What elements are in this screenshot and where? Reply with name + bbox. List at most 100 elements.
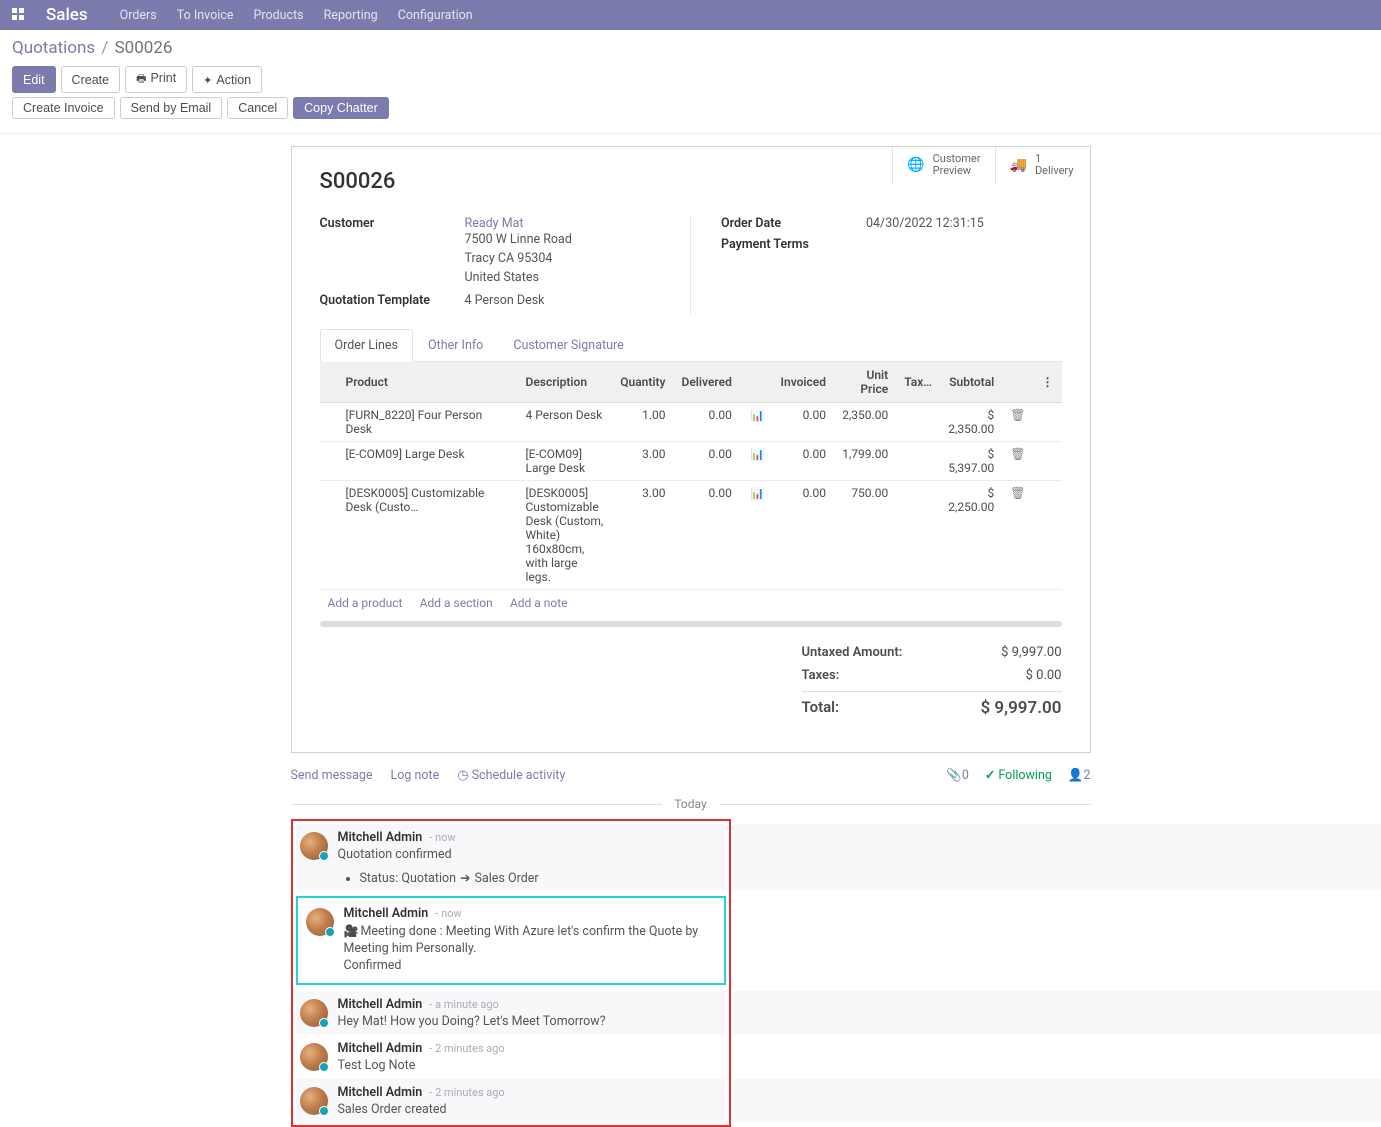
- message-author[interactable]: Mitchell Admin: [338, 1041, 423, 1056]
- customer-link[interactable]: Ready Mat: [465, 216, 524, 231]
- customer-preview-button[interactable]: 🌐 Customer Preview: [893, 147, 994, 183]
- followers-count[interactable]: 👤2: [1068, 768, 1091, 783]
- taxes-value: $ 0.00: [1026, 668, 1062, 683]
- check-icon: [985, 768, 998, 783]
- cell-quantity: 3.00: [612, 442, 673, 481]
- add-links-row: Add a product Add a section Add a note: [320, 590, 1062, 617]
- action-button[interactable]: ✦ Action: [192, 66, 262, 93]
- avatar[interactable]: [300, 999, 328, 1027]
- message-text: 🎥Meeting done : Meeting With Azure let's…: [344, 923, 716, 975]
- value-quotation-template: 4 Person Desk: [465, 293, 545, 308]
- action-label: Action: [216, 73, 251, 87]
- breadcrumb-root[interactable]: Quotations: [12, 38, 95, 58]
- stock-chart-icon[interactable]: 📊: [751, 487, 765, 500]
- edit-button[interactable]: Edit: [12, 66, 56, 93]
- control-area: Quotations / S00026 Edit Create 🖶Print ✦…: [0, 30, 1381, 134]
- cell-product: [E-COM09] Large Desk: [338, 442, 518, 481]
- print-button[interactable]: 🖶Print: [125, 66, 187, 93]
- chatter-separator-label: Today: [662, 797, 718, 811]
- stock-chart-icon[interactable]: 📊: [751, 448, 765, 461]
- cell-quantity: 3.00: [612, 481, 673, 590]
- trash-icon[interactable]: 🗑: [1010, 408, 1025, 422]
- chatter-message: Mitchell Admin - 2 minutes agoSales Orde…: [296, 1079, 726, 1123]
- message-time: - 2 minutes ago: [429, 1042, 504, 1055]
- avatar[interactable]: [300, 832, 328, 860]
- app-brand[interactable]: Sales: [46, 5, 88, 25]
- create-button[interactable]: Create: [61, 66, 121, 93]
- toolbar-primary: Edit Create 🖶Print ✦ Action: [12, 66, 1369, 93]
- th-quantity: Quantity: [612, 362, 673, 403]
- cell-product: [DESK0005] Customizable Desk (Custo…: [338, 481, 518, 590]
- horizontal-scrollbar[interactable]: [320, 621, 1062, 627]
- message-author[interactable]: Mitchell Admin: [338, 997, 423, 1012]
- attachments-count[interactable]: 📎0: [946, 768, 969, 783]
- cell-subtotal: $ 2,250.00: [940, 481, 1002, 590]
- total-label: Total:: [802, 698, 840, 718]
- add-note-link[interactable]: Add a note: [510, 596, 568, 610]
- table-row[interactable]: [E-COM09] Large Desk[E-COM09] Large Desk…: [320, 442, 1062, 481]
- cell-taxes: [896, 442, 940, 481]
- value-order-date: 04/30/2022 12:31:15: [866, 216, 984, 231]
- truck-icon: 🚚: [1010, 157, 1027, 173]
- delivery-button[interactable]: 🚚 1 Delivery: [995, 147, 1090, 183]
- nav-orders[interactable]: Orders: [120, 8, 157, 23]
- tab-customer-signature[interactable]: Customer Signature: [498, 329, 638, 362]
- message-text: Sales Order created: [338, 1102, 722, 1119]
- apps-icon[interactable]: [12, 8, 26, 22]
- stock-chart-icon[interactable]: 📊: [751, 409, 765, 422]
- schedule-activity-link[interactable]: Schedule activity: [457, 768, 565, 783]
- create-invoice-button[interactable]: Create Invoice: [12, 97, 115, 119]
- status-change: Status: Quotation➔Sales Order: [360, 871, 539, 886]
- print-label: Print: [150, 71, 176, 85]
- message-author[interactable]: Mitchell Admin: [338, 830, 423, 845]
- trash-icon[interactable]: 🗑: [1010, 447, 1025, 461]
- send-email-button[interactable]: Send by Email: [120, 97, 223, 119]
- th-kebab-icon[interactable]: ⋮: [1034, 362, 1062, 403]
- message-time: - now: [435, 907, 461, 920]
- tabs: Order Lines Other Info Customer Signatur…: [320, 328, 1062, 362]
- avatar[interactable]: [306, 908, 334, 936]
- avatar[interactable]: [300, 1087, 328, 1115]
- nav-configuration[interactable]: Configuration: [398, 8, 473, 23]
- cell-quantity: 1.00: [612, 403, 673, 442]
- message-author[interactable]: Mitchell Admin: [338, 1085, 423, 1100]
- add-section-link[interactable]: Add a section: [420, 596, 493, 610]
- cell-delivered: 0.00: [674, 481, 740, 590]
- untaxed-label: Untaxed Amount:: [802, 645, 903, 660]
- avatar[interactable]: [300, 1043, 328, 1071]
- tab-order-lines[interactable]: Order Lines: [320, 329, 414, 362]
- following-button[interactable]: Following: [985, 767, 1052, 783]
- paperclip-icon: 📎: [946, 768, 962, 783]
- chatter-bar: Send message Log note Schedule activity …: [291, 753, 1091, 791]
- tab-other-info[interactable]: Other Info: [413, 329, 498, 362]
- message-text: Quotation confirmed: [338, 847, 722, 864]
- addr-line-2: Tracy CA 95304: [465, 250, 572, 269]
- clock-icon: [457, 768, 471, 783]
- send-message-link[interactable]: Send message: [291, 768, 373, 783]
- cell-taxes: [896, 403, 940, 442]
- message-author[interactable]: Mitchell Admin: [344, 906, 429, 921]
- table-row[interactable]: [FURN_8220] Four Person Desk4 Person Des…: [320, 403, 1062, 442]
- breadcrumb-sep: /: [101, 38, 108, 58]
- schedule-activity-label: Schedule activity: [472, 768, 566, 783]
- nav-products[interactable]: Products: [253, 8, 303, 23]
- nav-reporting[interactable]: Reporting: [324, 8, 378, 23]
- cell-description: [E-COM09] Large Desk: [518, 442, 613, 481]
- cell-delivered: 0.00: [674, 403, 740, 442]
- breadcrumb: Quotations / S00026: [12, 38, 1369, 58]
- cell-unit-price: 2,350.00: [834, 403, 896, 442]
- taxes-label: Taxes:: [802, 668, 840, 683]
- table-row[interactable]: [DESK0005] Customizable Desk (Custo…[DES…: [320, 481, 1062, 590]
- gear-icon: ✦: [203, 75, 212, 87]
- nav-to-invoice[interactable]: To Invoice: [177, 8, 234, 23]
- stat-buttons: 🌐 Customer Preview 🚚 1 Delivery: [892, 147, 1089, 183]
- log-note-link[interactable]: Log note: [391, 768, 440, 783]
- cancel-button[interactable]: Cancel: [227, 97, 288, 119]
- customer-preview-bot: Preview: [933, 165, 981, 177]
- trash-icon[interactable]: 🗑: [1010, 486, 1025, 500]
- copy-chatter-button[interactable]: Copy Chatter: [293, 97, 389, 119]
- add-product-link[interactable]: Add a product: [328, 596, 403, 610]
- chatter-separator: Today: [291, 797, 1091, 811]
- breadcrumb-current: S00026: [115, 38, 173, 58]
- message-text: Test Log Note: [338, 1058, 722, 1075]
